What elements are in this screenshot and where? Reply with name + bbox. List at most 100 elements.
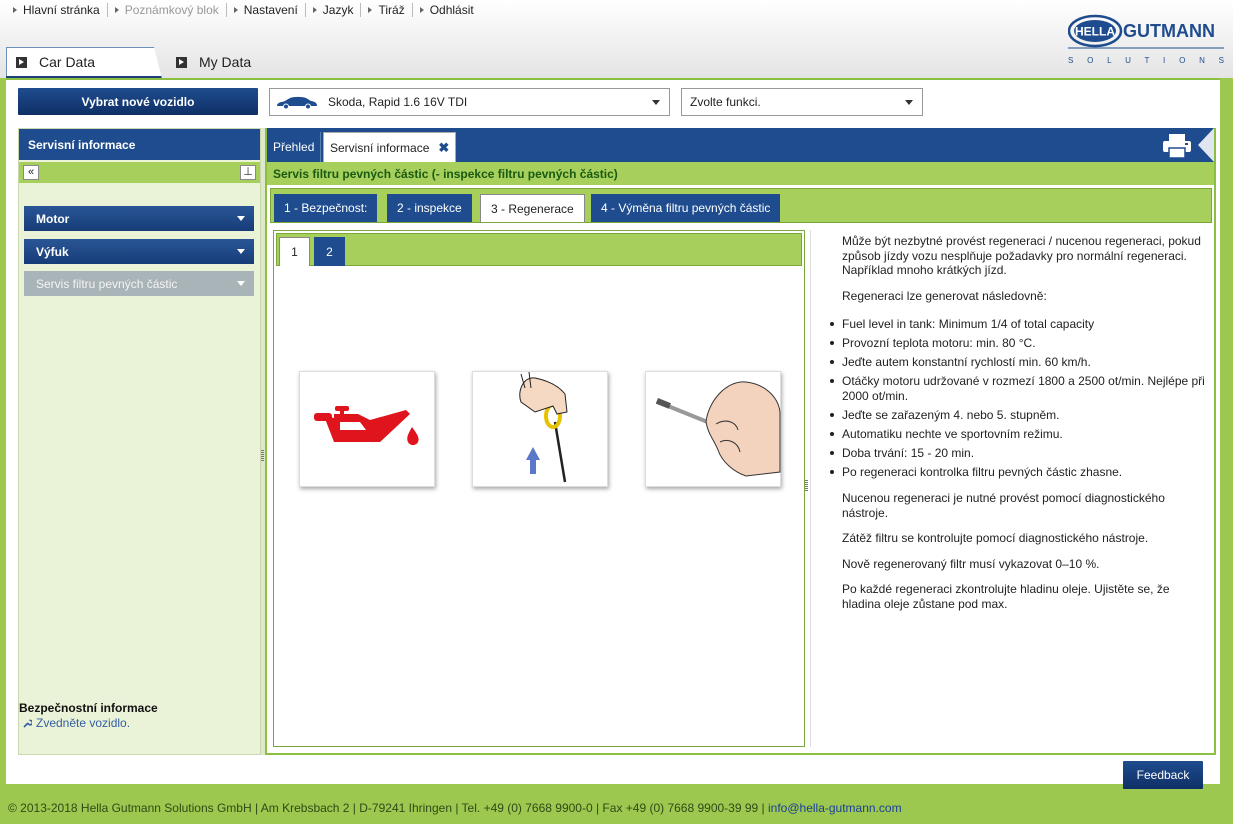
image-tabs: 1 2	[276, 233, 802, 266]
content-panel: Přehled Servisní informace ✖ Servis filt…	[265, 128, 1216, 755]
tab-overview[interactable]: Přehled	[267, 132, 322, 162]
image-tab-2[interactable]: 2	[314, 237, 345, 266]
arrow-right-icon	[13, 7, 17, 13]
feedback-button[interactable]: Feedback	[1123, 761, 1203, 789]
nav-language[interactable]: Jazyk	[306, 3, 362, 17]
safety-link[interactable]: Zvedněte vozidlo.	[23, 716, 158, 730]
nav-label: Hlavní stránka	[23, 3, 100, 17]
footer-text: © 2013-2018 Hella Gutmann Solutions GmbH…	[8, 801, 768, 815]
svg-text:HELLA: HELLA	[1075, 25, 1115, 39]
list-item: Doba trvání: 15 - 20 min.	[830, 446, 1208, 461]
safety-info: Bezpečnostní informace Zvedněte vozidlo.	[19, 701, 158, 730]
chevron-down-icon	[905, 100, 913, 105]
pin-icon[interactable]: ⊥	[240, 165, 256, 180]
image-dipstick-pull[interactable]	[472, 371, 608, 487]
paragraph: Zátěž filtru se kontrolujte pomocí diagn…	[842, 531, 1149, 545]
top-bar: Hlavní stránka Poznámkový blok Nastavení…	[0, 0, 1233, 79]
oil-can-warning-icon	[314, 406, 419, 445]
image-tab-1[interactable]: 1	[279, 237, 310, 266]
tab-service-info[interactable]: Servisní informace ✖	[323, 132, 457, 162]
hella-gutmann-logo: HELLA GUTMANN S O L U T I O N S	[1068, 14, 1224, 65]
sidebar-item-motor[interactable]: Motor	[24, 206, 254, 231]
footer: © 2013-2018 Hella Gutmann Solutions GmbH…	[8, 801, 902, 815]
nav-settings[interactable]: Nastavení	[227, 3, 306, 17]
tab-car-data-label[interactable]: Car Data	[16, 54, 95, 70]
list-item: Automatiku nechte ve sportovním režimu.	[830, 427, 1208, 442]
safety-title: Bezpečnostní informace	[19, 701, 158, 715]
main-area: Vybrat nové vozidlo Skoda, Rapid 1.6 16V…	[6, 78, 1220, 789]
tab-text: My Data	[199, 54, 252, 70]
top-navigation: Hlavní stránka Poznámkový blok Nastavení…	[6, 3, 481, 17]
sidebar-item-exhaust[interactable]: Výfuk	[24, 239, 254, 264]
pane-splitter[interactable]	[805, 230, 811, 747]
nav-home[interactable]: Hlavní stránka	[6, 3, 108, 17]
svg-text:S O L U T I O N S: S O L U T I O N S	[1068, 56, 1224, 65]
chevron-down-icon	[652, 100, 660, 105]
section-title: Servis filtru pevných částic (- inspekce…	[267, 162, 1214, 185]
instruction-text: Může být nezbytné provést regeneraci / n…	[830, 234, 1208, 622]
function-value: Zvolte funkci.	[690, 95, 761, 109]
nav-label: Poznámkový blok	[124, 3, 219, 17]
arrow-right-icon	[233, 7, 238, 13]
sidebar-title: Servisní informace	[19, 129, 260, 160]
list-item: Jeďte se zařazeným 4. nebo 5. stupněm.	[830, 408, 1208, 423]
step-tabs: 1 - Bezpečnost: 2 - inspekce 3 - Regener…	[270, 188, 1212, 223]
sidebar-item-label: Motor	[36, 211, 70, 226]
list-item: Po regeneraci kontrolka filtru pevných č…	[830, 465, 1208, 480]
dipstick-pull-icon	[519, 371, 568, 483]
arrow-right-icon	[114, 7, 119, 13]
list-item: Otáčky motoru udržované v rozmezí 1800 a…	[830, 374, 1208, 403]
tab-text: Car Data	[39, 54, 96, 70]
nav-notepad: Poznámkový blok	[108, 3, 227, 17]
vehicle-select[interactable]: Skoda, Rapid 1.6 16V TDI	[269, 88, 670, 116]
list-item: Provozní teplota motoru: min. 80 °C.	[830, 336, 1208, 351]
paragraph: Nucenou regeneraci je nutné provést pomo…	[842, 491, 1165, 520]
sidebar-toolbar: « ⊥	[19, 162, 260, 183]
select-new-vehicle-button[interactable]: Vybrat nové vozidlo	[18, 88, 258, 115]
sidebar: Servisní informace « ⊥ Motor Výfuk Servi…	[18, 128, 261, 755]
safety-link-text: Zvedněte vozidlo.	[36, 716, 131, 730]
image-dipstick-read[interactable]	[645, 371, 781, 487]
nav-logout[interactable]: Odhlásit	[413, 3, 481, 17]
tab-step-regeneration[interactable]: 3 - Regenerace	[480, 194, 585, 222]
arrow-right-icon	[368, 7, 373, 13]
paragraph: Může být nezbytné provést regeneraci / n…	[842, 234, 1201, 277]
list-item: Fuel level in tank: Minimum 1/4 of total…	[830, 317, 1208, 332]
nav-label: Odhlásit	[429, 3, 474, 17]
tab-step-filter-replacement[interactable]: 4 - Výměna filtru pevných částic	[591, 194, 781, 222]
chevron-down-icon	[237, 281, 245, 286]
tab-my-data[interactable]: My Data	[176, 54, 251, 70]
paragraph: Po každé regeneraci zkontrolujte hladinu…	[842, 582, 1170, 611]
tab-step-inspection[interactable]: 2 - inspekce	[387, 194, 472, 222]
wrench-icon	[23, 719, 32, 728]
chevron-down-icon	[237, 216, 245, 221]
arrow-right-icon	[312, 7, 317, 13]
arrow-right-box-icon	[176, 56, 187, 68]
function-select[interactable]: Zvolte funkci.	[681, 88, 923, 116]
sidebar-item-label: Servis filtru pevných částic	[36, 276, 178, 291]
nav-label: Jazyk	[322, 3, 354, 17]
sidebar-item-dpf-service[interactable]: Servis filtru pevných částic	[24, 271, 254, 296]
printer-icon[interactable]	[1162, 133, 1192, 159]
tab-step-safety[interactable]: 1 - Bezpečnost:	[274, 194, 378, 222]
arrow-right-box-icon	[16, 56, 27, 68]
sidebar-item-label: Výfuk	[36, 244, 69, 259]
condition-list: Fuel level in tank: Minimum 1/4 of total…	[830, 317, 1208, 480]
list-item: Jeďte autem konstantní rychlostí min. 60…	[830, 355, 1208, 370]
nav-label: Nastavení	[243, 3, 298, 17]
image-oil-warning[interactable]	[299, 371, 435, 487]
nav-imprint[interactable]: Tiráž	[361, 3, 413, 17]
footer-email-link[interactable]: info@hella-gutmann.com	[768, 801, 902, 815]
chevron-down-icon	[237, 249, 245, 254]
image-pane: 1 2	[273, 230, 805, 747]
paragraph: Regeneraci lze generovat následovně:	[842, 288, 1047, 303]
paragraph: Nově regenerovaný filtr musí vykazovat 0…	[842, 556, 1100, 571]
dipstick-read-icon	[655, 381, 781, 477]
vehicle-value: Skoda, Rapid 1.6 16V TDI	[328, 95, 468, 109]
close-icon[interactable]: ✖	[438, 140, 449, 156]
collapse-icon[interactable]: «	[23, 165, 39, 180]
car-icon	[277, 96, 317, 109]
content-tabs: Přehled Servisní informace ✖	[267, 128, 1214, 162]
nav-label: Tiráž	[378, 3, 405, 17]
arrow-right-icon	[419, 7, 424, 13]
